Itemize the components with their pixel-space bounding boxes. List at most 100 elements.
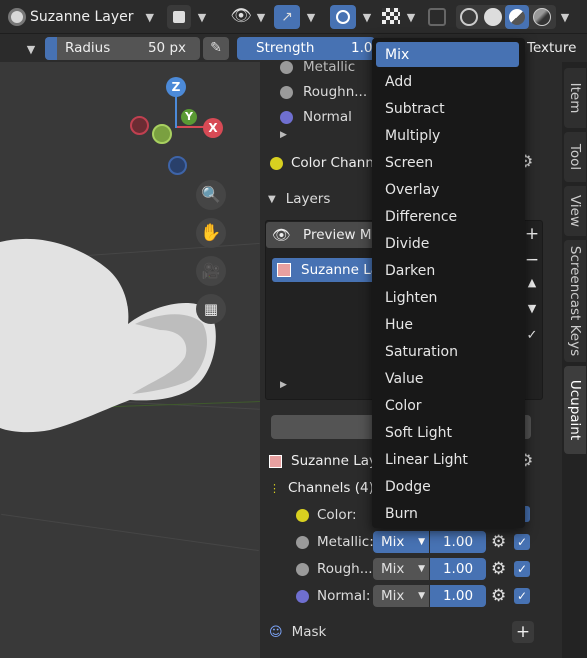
gizmo-toggle-button[interactable]: ↗ (274, 5, 300, 29)
visibility-dropdown[interactable]: ▼ (252, 5, 270, 29)
roughness-blend-select[interactable]: Mix ▼ (373, 558, 429, 580)
solid-shading-icon[interactable] (484, 8, 502, 26)
blend-mode-item[interactable]: Add (376, 69, 519, 94)
checker-dropdown[interactable]: ▼ (402, 5, 420, 29)
color-channel-icon (270, 156, 283, 170)
wireframe-shading-icon[interactable] (460, 8, 478, 26)
perspective-toggle-button[interactable]: ▦ (196, 294, 226, 324)
tab-item[interactable]: Item (564, 68, 586, 128)
chevron-down-icon: ▼ (418, 564, 425, 574)
tab-item-label: Item (567, 82, 583, 114)
chevron-down-icon: ▼ (145, 10, 154, 24)
metallic-blend-select[interactable]: Mix ▼ (373, 531, 429, 553)
channel-normal-label: Normal: (317, 588, 371, 604)
material-shading-icon[interactable] (505, 5, 529, 29)
roughness-label: Roughn... (303, 84, 368, 100)
brush-shape-button[interactable] (167, 5, 191, 29)
blend-mode-item[interactable]: Linear Light (376, 447, 519, 472)
collapse-arrow-icon: ▼ (268, 193, 276, 205)
overlay-dropdown[interactable]: ▼ (358, 5, 376, 29)
tool-settings-dropdown[interactable]: ▼ (22, 37, 40, 61)
blend-mode-item[interactable]: Burn (376, 501, 519, 526)
expand-arrow-icon[interactable]: ▶ (280, 130, 287, 140)
active-layer-label: Suzanne Lay (291, 453, 377, 469)
blend-mode-item[interactable]: Value (376, 366, 519, 391)
channel-color-label: Color: (317, 507, 357, 523)
normal-socket-icon (280, 110, 293, 124)
metallic-intensity-field[interactable]: 1.00 (430, 531, 486, 553)
layer-specials-button[interactable]: ✓ (522, 328, 542, 350)
blend-mode-item[interactable]: Divide (376, 231, 519, 256)
camera-view-button[interactable]: 🎥 (196, 256, 226, 286)
navigation-gizmo[interactable]: Z X Y (125, 76, 225, 176)
blend-mode-item[interactable]: Overlay (376, 177, 519, 202)
normal-intensity-value: 1.00 (442, 588, 474, 604)
tab-screencast-keys[interactable]: Screencast Keys (564, 240, 586, 362)
rendered-shading-icon[interactable] (533, 8, 551, 26)
metallic-channel-icon (296, 535, 309, 549)
normal-blend-select[interactable]: Mix ▼ (373, 585, 429, 607)
blend-mode-item[interactable]: Lighten (376, 285, 519, 310)
blend-mode-item[interactable]: Dodge (376, 474, 519, 499)
move-layer-up-button[interactable]: ▲ (522, 276, 542, 298)
overlay-circles-icon (336, 10, 350, 24)
tab-ucupaint[interactable]: Ucupaint (564, 366, 586, 454)
brush-shape-dropdown[interactable]: ▼ (193, 5, 211, 29)
list-expand-arrow-icon[interactable]: ▶ (280, 380, 287, 390)
tab-tool[interactable]: Tool (564, 132, 586, 182)
gizmo-neg-z[interactable] (168, 156, 187, 175)
editor-type-icon[interactable] (8, 8, 26, 26)
3d-viewport[interactable]: Z X Y 🔍 ✋ 🎥 ▦ (0, 62, 260, 658)
move-layer-down-button[interactable]: ▼ (522, 302, 542, 324)
blend-mode-item[interactable]: Soft Light (376, 420, 519, 445)
roughness-intensity-field[interactable]: 1.00 (430, 558, 486, 580)
roughness-gear-icon[interactable]: ⚙ (491, 559, 506, 579)
channel-normal-checkbox[interactable]: ✓ (514, 588, 530, 604)
gizmo-neg-x[interactable] (130, 116, 149, 135)
blend-mode-item[interactable]: Subtract (376, 96, 519, 121)
zoom-button[interactable]: 🔍 (196, 180, 226, 210)
add-layer-button[interactable]: + (522, 224, 542, 246)
xray-icon[interactable] (428, 8, 446, 26)
tab-screencast-keys-label: Screencast Keys (567, 245, 583, 357)
blend-mode-item[interactable]: Darken (376, 258, 519, 283)
gizmo-dropdown[interactable]: ▼ (302, 5, 320, 29)
radius-field[interactable]: Radius 50 px (45, 37, 200, 60)
gizmo-y-axis[interactable]: Y (181, 109, 197, 125)
blend-mode-item[interactable]: Hue (376, 312, 519, 337)
metallic-intensity-value: 1.00 (442, 534, 474, 550)
blend-mode-item[interactable]: Saturation (376, 339, 519, 364)
roughness-channel-icon (296, 562, 309, 576)
channels-icon: ⋮ (269, 481, 280, 495)
remove-layer-button[interactable]: − (522, 250, 542, 272)
gizmo-z-axis[interactable]: Z (166, 77, 186, 97)
blend-mode-item[interactable]: Screen (376, 150, 519, 175)
tab-view[interactable]: View (564, 186, 586, 236)
chevron-down-icon: ▼ (418, 591, 425, 601)
metallic-gear-icon[interactable]: ⚙ (491, 532, 506, 552)
channels-label: Channels (4) (288, 480, 374, 496)
gizmo-x-axis[interactable]: X (203, 118, 223, 138)
object-name-field[interactable]: Suzanne Layer ▼ (30, 5, 158, 29)
shading-dropdown[interactable]: ▼ (556, 5, 574, 29)
normal-gear-icon[interactable]: ⚙ (491, 586, 506, 606)
normal-intensity-field[interactable]: 1.00 (430, 585, 486, 607)
channel-roughness-checkbox[interactable]: ✓ (514, 561, 530, 577)
visibility-icon[interactable]: 👁 (230, 6, 252, 28)
blend-mode-item[interactable]: Mix (376, 42, 519, 67)
pen-pressure-icon[interactable]: ✎ (203, 37, 229, 60)
sidebar-tabs: Item Tool View Screencast Keys Ucupaint (562, 62, 587, 658)
blend-mode-item[interactable]: Multiply (376, 123, 519, 148)
eye-icon: 👁 (272, 226, 292, 244)
radius-value: 50 px (147, 40, 186, 56)
viewport-header: Suzanne Layer ▼ ▼ 👁 ▼ ↗ ▼ ▼ ▼ ▼ (0, 0, 587, 34)
checker-icon[interactable] (382, 8, 400, 24)
blend-mode-item[interactable]: Difference (376, 204, 519, 229)
channel-metallic-checkbox[interactable]: ✓ (514, 534, 530, 550)
blend-mode-item[interactable]: Color (376, 393, 519, 418)
overlay-toggle-button[interactable] (330, 5, 356, 29)
radius-fill (45, 37, 57, 60)
add-mask-button[interactable]: + (512, 621, 534, 643)
gizmo-neg-y[interactable] (152, 124, 172, 144)
pan-button[interactable]: ✋ (196, 218, 226, 248)
